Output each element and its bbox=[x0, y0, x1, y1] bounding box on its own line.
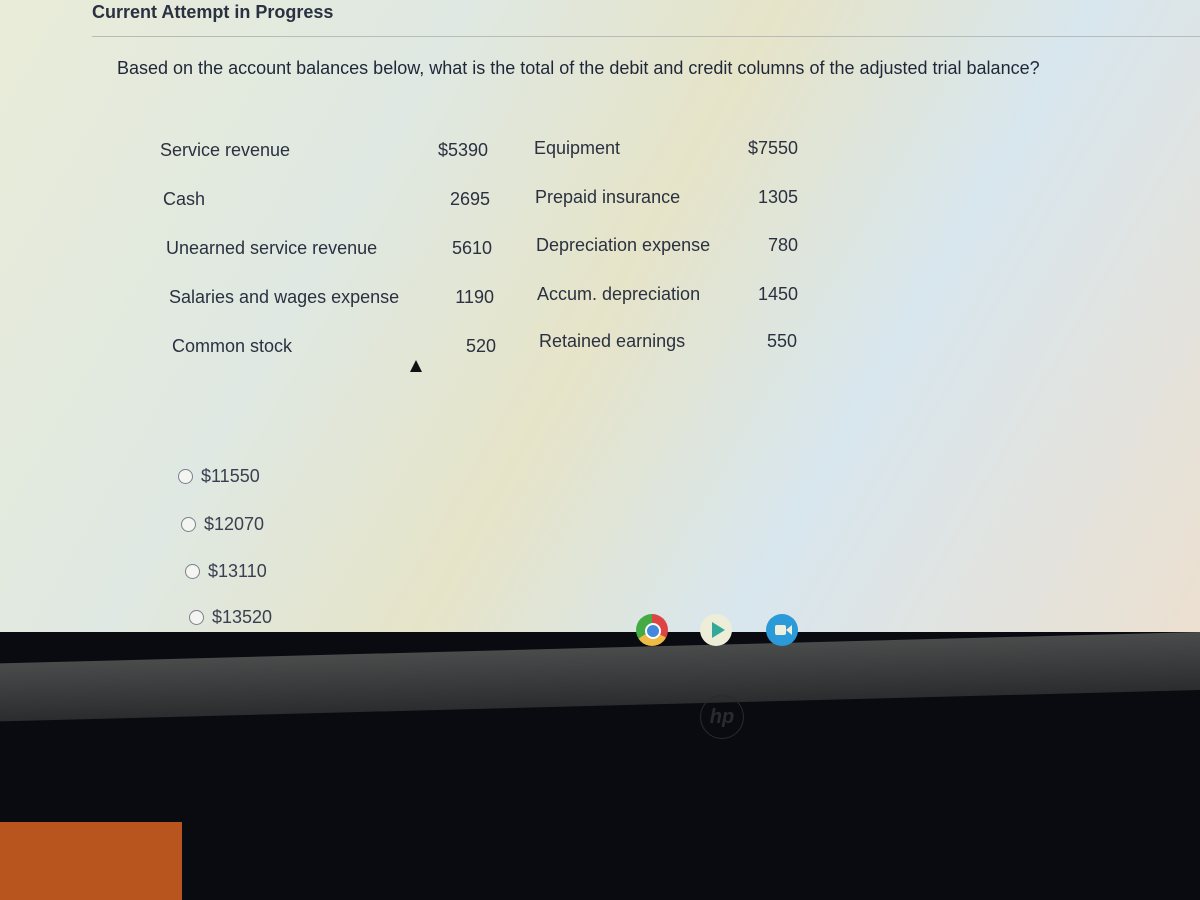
radio-button[interactable] bbox=[189, 610, 204, 625]
account-name: Service revenue bbox=[160, 140, 291, 160]
answer-option[interactable]: $11550 bbox=[178, 466, 260, 487]
account-name: Retained earnings bbox=[539, 331, 686, 351]
taskbar bbox=[0, 632, 1200, 722]
radio-button[interactable] bbox=[178, 469, 193, 484]
account-amount: 1305 bbox=[757, 187, 798, 207]
radio-button[interactable] bbox=[181, 517, 196, 532]
account-amount: 5610 bbox=[451, 238, 492, 258]
answer-option[interactable]: $13520 bbox=[189, 607, 272, 628]
account-name: Depreciation expense bbox=[536, 235, 711, 255]
mouse-cursor-icon bbox=[410, 360, 422, 372]
page-title: Current Attempt in Progress bbox=[92, 2, 334, 22]
account-name: Prepaid insurance bbox=[535, 187, 681, 207]
account-name: Common stock bbox=[172, 336, 293, 356]
divider bbox=[92, 36, 1200, 37]
hp-logo: hp bbox=[700, 695, 744, 739]
account-amount: 1190 bbox=[455, 287, 494, 307]
account-name: Equipment bbox=[534, 138, 621, 158]
option-label: $13520 bbox=[212, 607, 273, 627]
answer-option[interactable]: $13110 bbox=[185, 561, 267, 582]
question-text: Based on the account balances below, wha… bbox=[117, 58, 1040, 78]
account-amount: 1450 bbox=[757, 284, 798, 304]
play-store-icon[interactable] bbox=[700, 614, 732, 646]
account-amount: $5390 bbox=[437, 140, 488, 160]
account-amount: $7550 bbox=[747, 138, 798, 158]
orange-object bbox=[0, 822, 182, 900]
radio-button[interactable] bbox=[185, 564, 200, 579]
account-name: Salaries and wages expense bbox=[169, 287, 400, 307]
option-label: $11550 bbox=[201, 466, 260, 486]
screen: Current Attempt in Progress Based on the… bbox=[0, 0, 1200, 632]
account-amount: 550 bbox=[766, 331, 797, 351]
option-label: $12070 bbox=[204, 514, 265, 534]
account-name: Cash bbox=[163, 189, 206, 209]
account-name: Accum. depreciation bbox=[537, 284, 701, 304]
chrome-icon[interactable] bbox=[636, 614, 668, 646]
video-call-icon[interactable] bbox=[766, 614, 798, 646]
account-amount: 780 bbox=[767, 235, 798, 255]
option-label: $13110 bbox=[208, 561, 267, 581]
answer-option[interactable]: $12070 bbox=[181, 514, 264, 535]
account-amount: 520 bbox=[465, 336, 496, 356]
account-name: Unearned service revenue bbox=[166, 238, 378, 258]
account-amount: 2695 bbox=[449, 189, 490, 209]
